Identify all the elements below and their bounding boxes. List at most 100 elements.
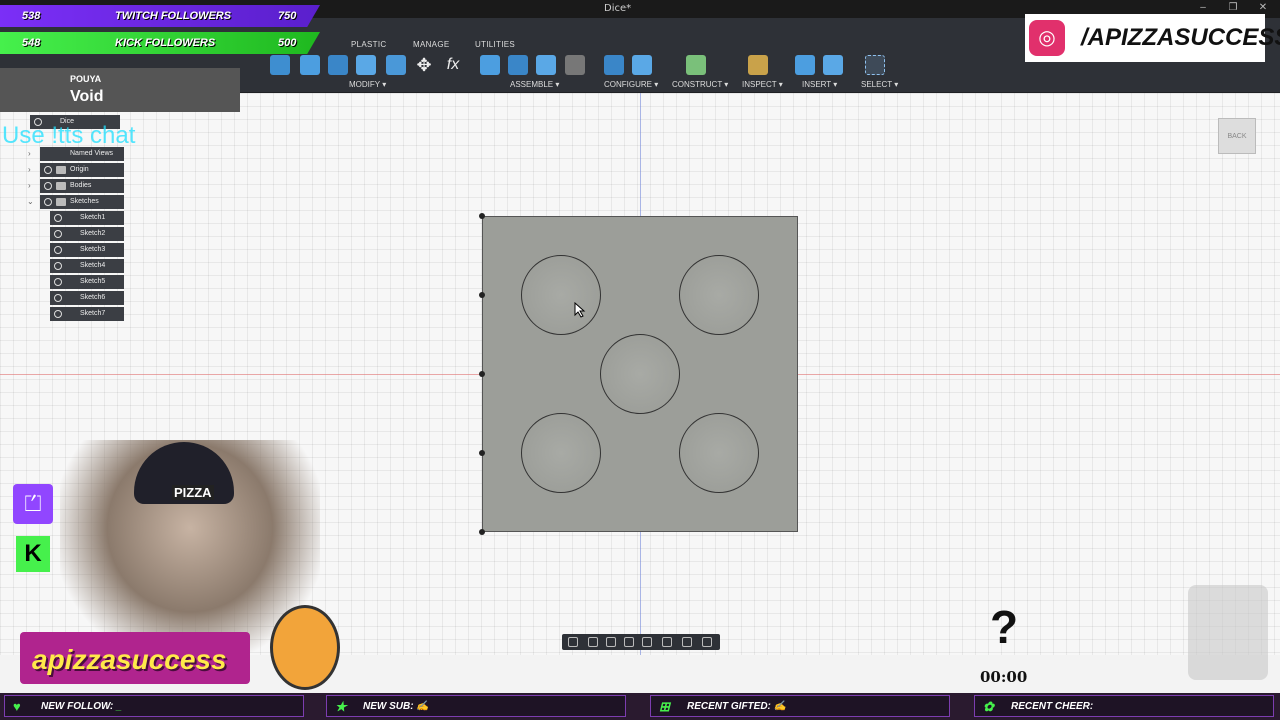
paw-icon: ✿ — [983, 699, 994, 714]
viewports-icon[interactable] — [702, 637, 712, 647]
vertex-point[interactable] — [479, 529, 485, 535]
look-at-icon[interactable] — [588, 637, 598, 647]
group-inspect[interactable]: INSPECT ▾ — [742, 80, 783, 89]
tree-sketch-6[interactable]: Sketch6 — [50, 291, 124, 305]
joint-icon[interactable] — [508, 55, 528, 75]
tree-label: Sketch7 — [80, 310, 106, 317]
pan-icon[interactable] — [606, 637, 616, 647]
tree-label: Sketch1 — [80, 214, 106, 221]
offset-plane-icon[interactable] — [686, 55, 706, 75]
scale-icon[interactable] — [386, 55, 406, 75]
tree-sketches[interactable]: Sketches — [40, 195, 124, 209]
alert-value: ✍ — [773, 701, 787, 712]
twitch-followers-bar: 538 TWITCH FOLLOWERS 750 — [0, 5, 320, 27]
tab-utilities[interactable]: UTILITIES — [475, 40, 515, 49]
configure-table-icon[interactable] — [632, 55, 652, 75]
eye-icon[interactable] — [54, 230, 62, 238]
group-configure[interactable]: CONFIGURE ▾ — [604, 80, 658, 89]
eye-icon[interactable] — [54, 262, 62, 270]
group-select[interactable]: SELECT ▾ — [861, 80, 898, 89]
pip-top-left[interactable] — [521, 255, 601, 335]
kick-followers-bar: 548 KICK FOLLOWERS 500 — [0, 32, 320, 54]
tab-plastic[interactable]: PLASTIC — [351, 40, 386, 49]
measure-icon[interactable] — [748, 55, 768, 75]
vertex-point[interactable] — [479, 371, 485, 377]
combine-icon[interactable] — [356, 55, 376, 75]
restore-button[interactable]: ❐ — [1226, 2, 1240, 13]
move-icon[interactable]: ✥ — [414, 55, 434, 75]
star-icon: ★ — [335, 699, 347, 714]
streamer-name: apizzasuccess — [32, 644, 227, 675]
instagram-handle: /APIZZASUCCESS — [1081, 24, 1280, 51]
group-insert[interactable]: INSERT ▾ — [802, 80, 837, 89]
minimize-button[interactable]: – — [1196, 2, 1210, 13]
group-modify[interactable]: MODIFY ▾ — [349, 80, 386, 89]
kick-current: 548 — [22, 37, 41, 49]
stream-timer: 00:00 — [980, 668, 1028, 686]
eye-icon[interactable] — [44, 182, 52, 190]
as-built-joint-icon[interactable] — [536, 55, 556, 75]
tree-label: Sketch4 — [80, 262, 106, 269]
eye-icon[interactable] — [54, 278, 62, 286]
alert-label: RECENT CHEER: — [1011, 701, 1094, 712]
tree-label: Sketch2 — [80, 230, 106, 237]
question-mark-icon: ? — [990, 601, 1019, 653]
window-title: Dice* — [604, 3, 632, 14]
eye-icon[interactable] — [54, 310, 62, 318]
tree-sketch-1[interactable]: Sketch1 — [50, 211, 124, 225]
pizza-mascot — [270, 605, 340, 690]
eye-icon[interactable] — [54, 246, 62, 254]
group-construct[interactable]: CONSTRUCT ▾ — [672, 80, 728, 89]
pip-top-right[interactable] — [679, 255, 759, 335]
tree-sketch-2[interactable]: Sketch2 — [50, 227, 124, 241]
orbit-icon[interactable] — [568, 637, 578, 647]
alert-label: RECENT GIFTED: — [687, 701, 771, 712]
viewcube[interactable]: BACK — [1218, 118, 1256, 154]
select-icon[interactable] — [865, 55, 885, 75]
new-component-icon[interactable] — [480, 55, 500, 75]
press-pull-icon[interactable] — [270, 55, 290, 75]
eye-icon[interactable] — [54, 294, 62, 302]
group-assemble[interactable]: ASSEMBLE ▾ — [510, 80, 559, 89]
pip-bottom-left[interactable] — [521, 413, 601, 493]
tab-manage[interactable]: MANAGE — [413, 40, 449, 49]
tree-label: Sketches — [70, 198, 99, 205]
tree-sketch-7[interactable]: Sketch7 — [50, 307, 124, 321]
fillet-icon[interactable] — [300, 55, 320, 75]
chevron-right-icon[interactable]: › — [28, 165, 31, 174]
chevron-right-icon[interactable]: › — [28, 149, 31, 158]
chevron-right-icon[interactable]: › — [28, 181, 31, 190]
eye-icon[interactable] — [54, 214, 62, 222]
beanie-label: PIZZA — [172, 485, 214, 500]
fit-icon[interactable] — [642, 637, 652, 647]
alert-recent-gifted: ⊞ RECENT GIFTED: ✍ — [650, 695, 950, 717]
display-settings-icon[interactable] — [662, 637, 672, 647]
kick-label: KICK FOLLOWERS — [115, 37, 216, 49]
dice-body-face[interactable] — [482, 216, 798, 532]
close-button[interactable]: ✕ — [1256, 2, 1270, 13]
insert-derive-icon[interactable] — [795, 55, 815, 75]
tree-bodies[interactable]: Bodies — [40, 179, 124, 193]
grid-icon[interactable] — [682, 637, 692, 647]
shell-icon[interactable] — [328, 55, 348, 75]
assemble-table-icon[interactable] — [565, 55, 585, 75]
configure-icon[interactable] — [604, 55, 624, 75]
pip-bottom-right[interactable] — [679, 413, 759, 493]
tree-origin[interactable]: Origin — [40, 163, 124, 177]
folder-icon — [56, 166, 66, 174]
tree-sketch-3[interactable]: Sketch3 — [50, 243, 124, 257]
chat-user: POUYA — [70, 74, 102, 84]
vertex-point[interactable] — [479, 292, 485, 298]
zoom-icon[interactable] — [624, 637, 634, 647]
tree-sketch-5[interactable]: Sketch5 — [50, 275, 124, 289]
parameters-icon[interactable]: fx — [443, 55, 463, 75]
tree-sketch-4[interactable]: Sketch4 — [50, 259, 124, 273]
insert-image-icon[interactable] — [823, 55, 843, 75]
chevron-down-icon[interactable]: ⌄ — [27, 197, 34, 206]
pip-center[interactable] — [600, 334, 680, 414]
eye-icon[interactable] — [44, 198, 52, 206]
eye-icon[interactable] — [44, 166, 52, 174]
vertex-point[interactable] — [479, 450, 485, 456]
vertex-point[interactable] — [479, 213, 485, 219]
tree-label: Named Views — [70, 150, 114, 157]
